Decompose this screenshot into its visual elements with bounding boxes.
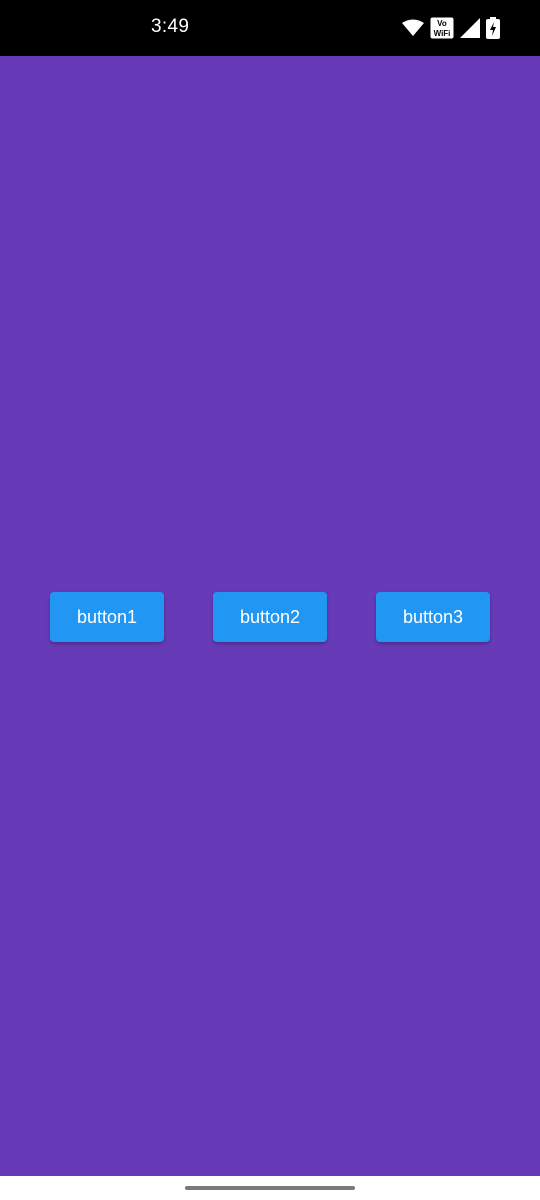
app-screen: 3:49 Vo WiFi button1 button2 button3 xyxy=(0,0,540,1200)
vowifi-icon: Vo WiFi xyxy=(430,17,454,39)
battery-charging-icon xyxy=(486,17,500,39)
vowifi-bottom-text: WiFi xyxy=(434,29,451,38)
cellular-signal-icon xyxy=(460,18,480,38)
status-bar: 3:49 Vo WiFi xyxy=(0,0,540,56)
gesture-handle[interactable] xyxy=(185,1186,355,1190)
vowifi-top-text: Vo xyxy=(437,19,447,28)
main-content: button1 button2 button3 xyxy=(0,56,540,1176)
button1[interactable]: button1 xyxy=(50,592,164,642)
status-icons: Vo WiFi xyxy=(402,14,500,42)
button2[interactable]: button2 xyxy=(213,592,327,642)
button3[interactable]: button3 xyxy=(376,592,490,642)
status-time: 3:49 xyxy=(151,16,190,37)
navigation-bar xyxy=(0,1176,540,1200)
button-row: button1 button2 button3 xyxy=(0,592,540,642)
wifi-icon xyxy=(402,19,424,37)
